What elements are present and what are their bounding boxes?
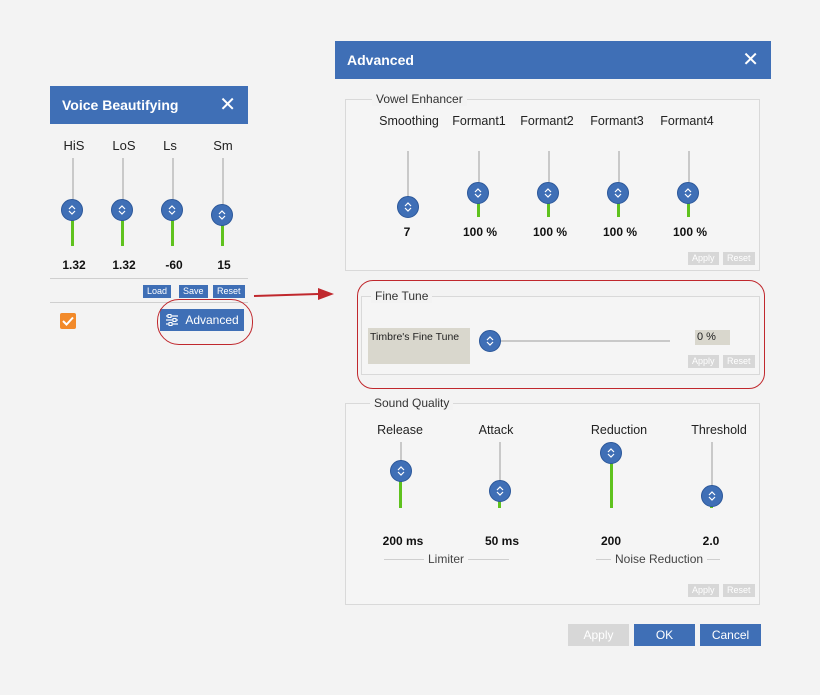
divider	[50, 278, 248, 279]
checkmark-icon	[62, 316, 74, 326]
vowel-apply-button[interactable]: Apply	[688, 252, 719, 265]
formant4-slider-handle[interactable]	[677, 182, 699, 204]
release-label: Release	[377, 423, 423, 437]
sm-slider-handle[interactable]	[211, 204, 233, 226]
chevron-updown-icon	[397, 466, 405, 476]
load-button[interactable]: Load	[143, 285, 172, 298]
threshold-slider-handle[interactable]	[701, 485, 723, 507]
chevron-updown-icon	[684, 188, 692, 198]
formant1-value: 100 %	[462, 225, 498, 239]
chevron-updown-icon	[404, 202, 412, 212]
formant2-slider-handle[interactable]	[537, 182, 559, 204]
cancel-button[interactable]: Cancel	[700, 624, 761, 646]
formant4-value: 100 %	[672, 225, 708, 239]
advanced-dialog-title: Advanced	[347, 52, 414, 68]
chevron-updown-icon	[708, 491, 716, 501]
apply-button[interactable]: Apply	[568, 624, 629, 646]
chevron-updown-icon	[68, 205, 76, 215]
slider-label-los: LoS	[112, 138, 136, 153]
formant2-value: 100 %	[532, 225, 568, 239]
formant3-slider-handle[interactable]	[607, 182, 629, 204]
formant3-value: 100 %	[602, 225, 638, 239]
reduction-label: Reduction	[590, 423, 648, 437]
highlight-ring	[157, 299, 253, 345]
limiter-label: Limiter	[424, 552, 469, 566]
formant4-label: Formant4	[660, 114, 714, 128]
chevron-updown-icon	[614, 188, 622, 198]
release-value: 200 ms	[382, 534, 424, 548]
smoothing-slider-handle[interactable]	[397, 196, 419, 218]
threshold-value: 2.0	[702, 534, 720, 548]
formant1-label: Formant1	[452, 114, 506, 128]
his-value: 1.32	[62, 258, 86, 272]
noise-reduction-label: Noise Reduction	[611, 552, 708, 566]
release-slider-handle[interactable]	[390, 460, 412, 482]
vowel-enhancer-legend: Vowel Enhancer	[372, 92, 467, 106]
formant2-label: Formant2	[520, 114, 574, 128]
sound-apply-button[interactable]: Apply	[688, 584, 719, 597]
chevron-updown-icon	[496, 486, 504, 496]
attack-slider-handle[interactable]	[489, 480, 511, 502]
attack-value: 50 ms	[484, 534, 520, 548]
reduction-value: 200	[600, 534, 622, 548]
formant1-slider-handle[interactable]	[467, 182, 489, 204]
ls-value: -60	[165, 258, 183, 272]
close-icon[interactable]: ✕	[219, 95, 236, 115]
chevron-updown-icon	[607, 448, 615, 458]
slider-label-ls: Ls	[163, 138, 177, 153]
slider-label-sm: Sm	[213, 138, 233, 153]
sm-value: 15	[217, 258, 231, 272]
enable-checkbox[interactable]	[60, 313, 76, 329]
chevron-updown-icon	[218, 210, 226, 220]
ls-slider-handle[interactable]	[161, 199, 183, 221]
red-arrow-icon	[253, 288, 334, 300]
chevron-updown-icon	[474, 188, 482, 198]
slider-label-his: HiS	[63, 138, 85, 153]
smoothing-label: Smoothing	[379, 114, 439, 128]
save-button[interactable]: Save	[179, 285, 208, 298]
voice-panel-title: Voice Beautifying	[62, 97, 179, 113]
formant3-label: Formant3	[590, 114, 644, 128]
sound-quality-legend: Sound Quality	[370, 396, 454, 410]
voice-panel-titlebar: Voice Beautifying ✕	[50, 86, 248, 124]
chevron-updown-icon	[168, 205, 176, 215]
los-slider-handle[interactable]	[111, 199, 133, 221]
smoothing-value: 7	[403, 225, 411, 239]
los-value: 1.32	[112, 258, 136, 272]
chevron-updown-icon	[544, 188, 552, 198]
close-icon[interactable]: ✕	[742, 50, 759, 70]
reduction-slider-handle[interactable]	[600, 442, 622, 464]
reset-button[interactable]: Reset	[213, 285, 245, 298]
attack-label: Attack	[478, 423, 514, 437]
advanced-dialog-titlebar: Advanced ✕	[335, 41, 771, 79]
sound-reset-button[interactable]: Reset	[723, 584, 755, 597]
vowel-reset-button[interactable]: Reset	[723, 252, 755, 265]
threshold-label: Threshold	[691, 423, 747, 437]
highlight-ring	[357, 280, 765, 389]
chevron-updown-icon	[118, 205, 126, 215]
ok-button[interactable]: OK	[634, 624, 695, 646]
his-slider-handle[interactable]	[61, 199, 83, 221]
